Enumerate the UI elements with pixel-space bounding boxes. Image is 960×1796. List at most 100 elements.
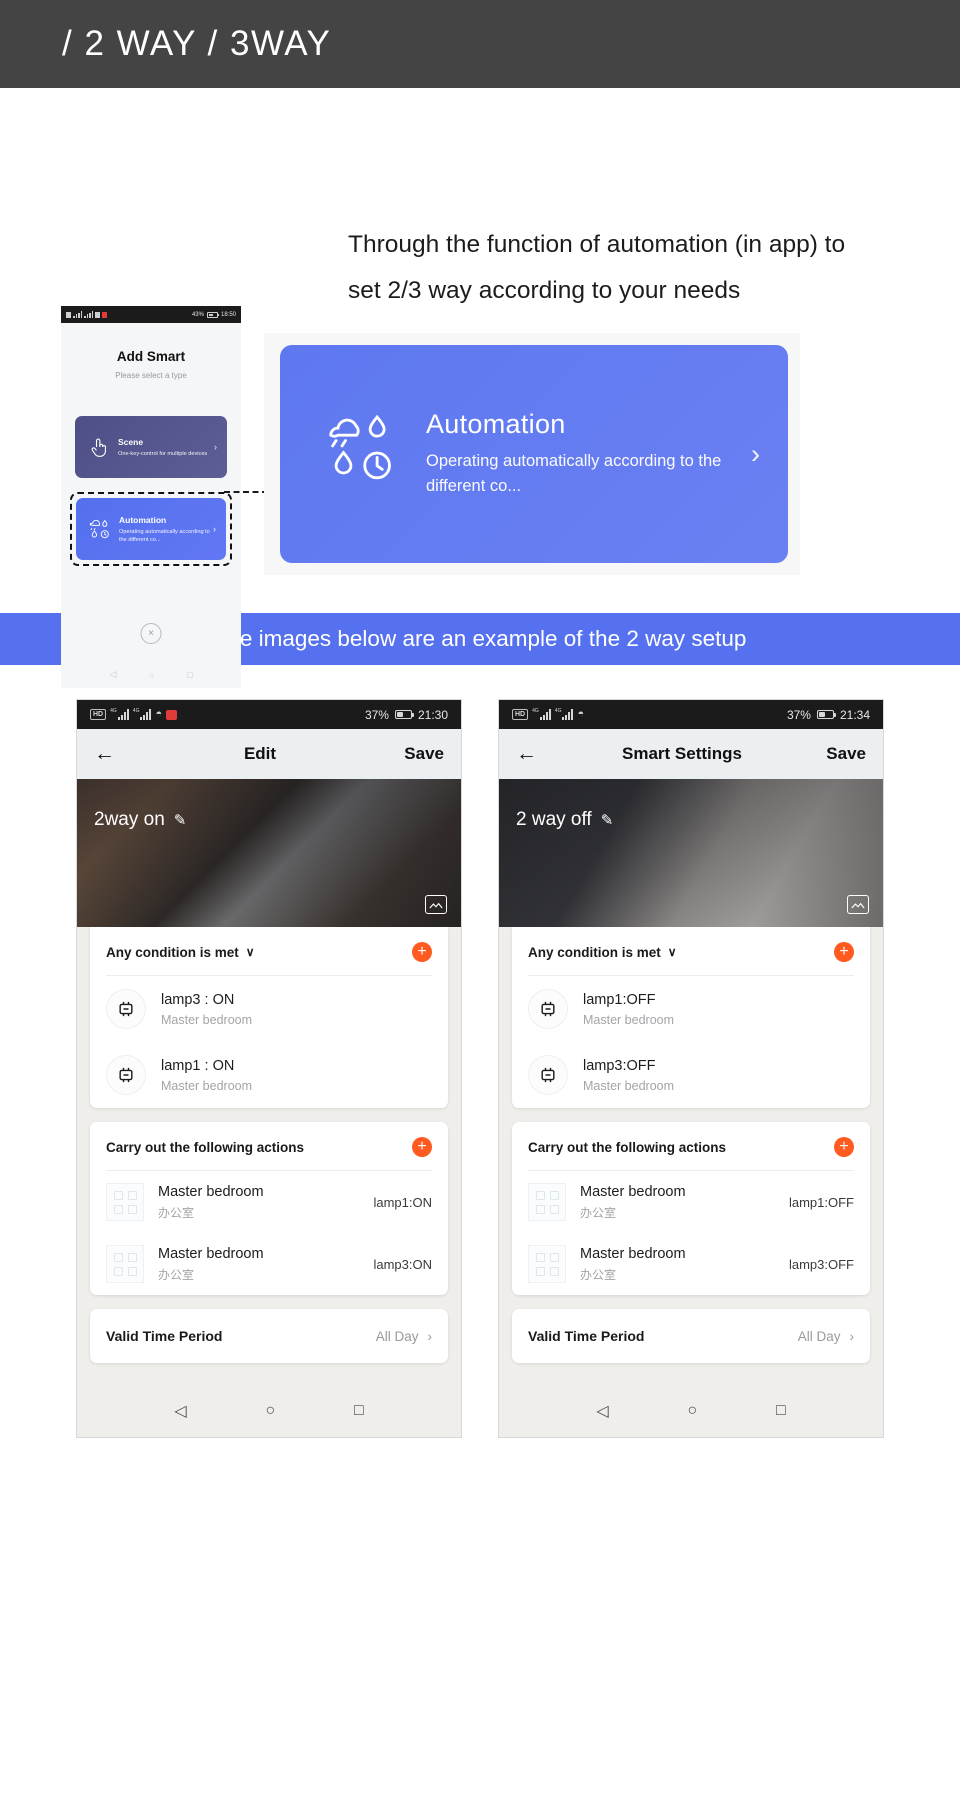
mini-automation-desc: Operating automatically according to the… [119, 528, 210, 543]
action-row[interactable]: Master bedroom 办公室 lamp3:ON [90, 1233, 448, 1295]
condition-subtitle: Master bedroom [583, 1012, 675, 1027]
weather-automation-icon [322, 413, 410, 496]
phone-screenshots-row: HD 4G 4G ◓ 37% 21:30 ← Edit Save 2way on… [0, 665, 960, 1464]
nav-recents-icon[interactable]: □ [187, 670, 192, 680]
action-row[interactable]: Master bedroom 办公室 lamp3:OFF [512, 1233, 870, 1295]
action-card-title: Carry out the following actions [528, 1139, 727, 1155]
valid-time-period-row[interactable]: Valid Time Period All Day › [512, 1309, 870, 1363]
nav-home-icon[interactable]: ○ [687, 1402, 697, 1420]
mini-status-icons [66, 311, 107, 318]
mini-scene-text: Scene One-key-control for multiple devic… [113, 437, 214, 458]
condition-mode-label: Any condition is met [106, 944, 239, 960]
chevron-down-icon[interactable]: ∨ [668, 945, 677, 959]
chevron-right-icon: › [427, 1328, 433, 1344]
nav-home-icon[interactable]: ○ [265, 1402, 275, 1420]
action-value: lamp1:ON [373, 1194, 432, 1210]
battery-icon [816, 710, 837, 719]
valid-time-label: Valid Time Period [528, 1328, 645, 1344]
nav-recents-icon[interactable]: □ [354, 1402, 364, 1420]
clock-text: 21:30 [417, 707, 448, 722]
nav-back-icon[interactable]: ◁ [109, 669, 116, 680]
action-row[interactable]: Master bedroom 办公室 lamp1:OFF [512, 1171, 870, 1233]
action-subtitle: 办公室 [580, 1267, 617, 1282]
condition-mode-selector[interactable]: Any condition is met ∨ [528, 945, 677, 960]
mini-phone-mockup: 43% 18:50 Add Smart Please select a type… [61, 306, 241, 688]
automation-cover-image[interactable]: 2way on ✎ [77, 779, 461, 927]
image-swap-icon[interactable] [847, 895, 869, 914]
action-title: Master bedroom [580, 1245, 686, 1262]
mini-automation-highlight: Automation Operating automatically accor… [70, 492, 232, 566]
action-text: Master bedroom 办公室 [144, 1246, 373, 1283]
smart-plug-icon [106, 989, 146, 1029]
back-arrow-icon[interactable]: ← [94, 742, 134, 766]
action-title: Master bedroom [580, 1183, 686, 1200]
chevron-right-icon: › [751, 438, 760, 469]
add-action-button[interactable]: + [834, 1137, 854, 1157]
pencil-edit-icon[interactable]: ✎ [601, 811, 614, 829]
nav-back-icon[interactable]: ◁ [174, 1401, 186, 1421]
nav-back-icon[interactable]: ◁ [596, 1401, 608, 1421]
condition-row[interactable]: lamp1 : ON Master bedroom [90, 1042, 448, 1108]
automation-callout-card[interactable]: Automation Operating automatically accor… [280, 345, 788, 563]
mini-scene-card[interactable]: Scene One-key-control for multiple devic… [75, 416, 227, 478]
save-button[interactable]: Save [386, 744, 444, 764]
add-condition-button[interactable]: + [412, 942, 432, 962]
mini-automation-text: Automation Operating automatically accor… [114, 515, 213, 544]
action-text: Master bedroom 办公室 [144, 1184, 373, 1221]
condition-title: lamp1 : ON [161, 1057, 235, 1074]
automation-name: 2 way off [516, 809, 592, 830]
android-nav-bar: ◁ ○ □ [499, 1385, 883, 1437]
condition-row[interactable]: lamp3:OFF Master bedroom [512, 1042, 870, 1108]
action-row[interactable]: Master bedroom 办公室 lamp1:ON [90, 1171, 448, 1233]
condition-row[interactable]: lamp3 : ON Master bedroom [90, 976, 448, 1042]
nav-recents-icon[interactable]: □ [776, 1402, 786, 1420]
condition-mode-selector[interactable]: Any condition is met ∨ [106, 945, 255, 960]
automation-cover-image[interactable]: 2 way off ✎ [499, 779, 883, 927]
clock-text: 18:50 [220, 311, 236, 318]
switch-panel-icon [528, 1183, 566, 1221]
condition-text: lamp3 : ON Master bedroom [146, 992, 252, 1027]
add-condition-button[interactable]: + [834, 942, 854, 962]
close-button[interactable]: × [140, 623, 162, 644]
clock-text: 21:34 [839, 707, 870, 722]
hd-icon: HD [512, 709, 529, 720]
automation-name-row[interactable]: 2 way off ✎ [516, 809, 613, 831]
signal-icon-2: 4G [133, 709, 152, 720]
battery-percent: 37% [364, 707, 389, 722]
weather-automation-icon [86, 518, 114, 540]
action-title: Master bedroom [158, 1245, 264, 1262]
nav-home-icon[interactable]: ○ [149, 670, 154, 680]
switch-panel-icon [106, 1245, 144, 1283]
condition-text: lamp1:OFF Master bedroom [568, 992, 674, 1027]
condition-subtitle: Master bedroom [161, 1012, 253, 1027]
add-action-button[interactable]: + [412, 1137, 432, 1157]
status-left-icons: HD 4G 4G ◓ [90, 708, 178, 720]
phone-screenshot-right: HD 4G 4G ◓ 37% 21:34 ← Smart Settings Sa… [498, 699, 884, 1438]
automation-name-row[interactable]: 2way on ✎ [94, 809, 186, 831]
action-text: Master bedroom 办公室 [566, 1246, 789, 1283]
valid-time-value-group: All Day › [798, 1329, 854, 1344]
chevron-down-icon[interactable]: ∨ [246, 945, 255, 959]
condition-subtitle: Master bedroom [583, 1078, 675, 1093]
image-swap-icon[interactable] [425, 895, 447, 914]
action-subtitle: 办公室 [580, 1205, 617, 1220]
condition-row[interactable]: lamp1:OFF Master bedroom [512, 976, 870, 1042]
chevron-right-icon: › [214, 442, 217, 452]
network-type-label: 4G [554, 708, 562, 714]
mini-automation-card[interactable]: Automation Operating automatically accor… [76, 498, 226, 560]
battery-icon [394, 710, 415, 719]
mini-scene-desc: One-key-control for multiple devices [118, 450, 208, 457]
smart-plug-icon [106, 1055, 146, 1095]
smart-plug-icon [528, 989, 568, 1029]
valid-time-period-row[interactable]: Valid Time Period All Day › [90, 1309, 448, 1363]
intro-paragraph: Through the function of automation (in a… [348, 231, 846, 304]
save-button[interactable]: Save [808, 744, 866, 764]
valid-time-label: Valid Time Period [106, 1328, 223, 1344]
pencil-edit-icon[interactable]: ✎ [174, 811, 187, 829]
hd-icon [66, 311, 71, 318]
network-type-label: 4G [110, 708, 117, 714]
example-banner-text: The images below are an example of the 2… [213, 626, 747, 651]
back-arrow-icon[interactable]: ← [516, 742, 556, 766]
condition-mode-label: Any condition is met [528, 944, 661, 960]
wifi-icon: ◓ [155, 708, 163, 720]
